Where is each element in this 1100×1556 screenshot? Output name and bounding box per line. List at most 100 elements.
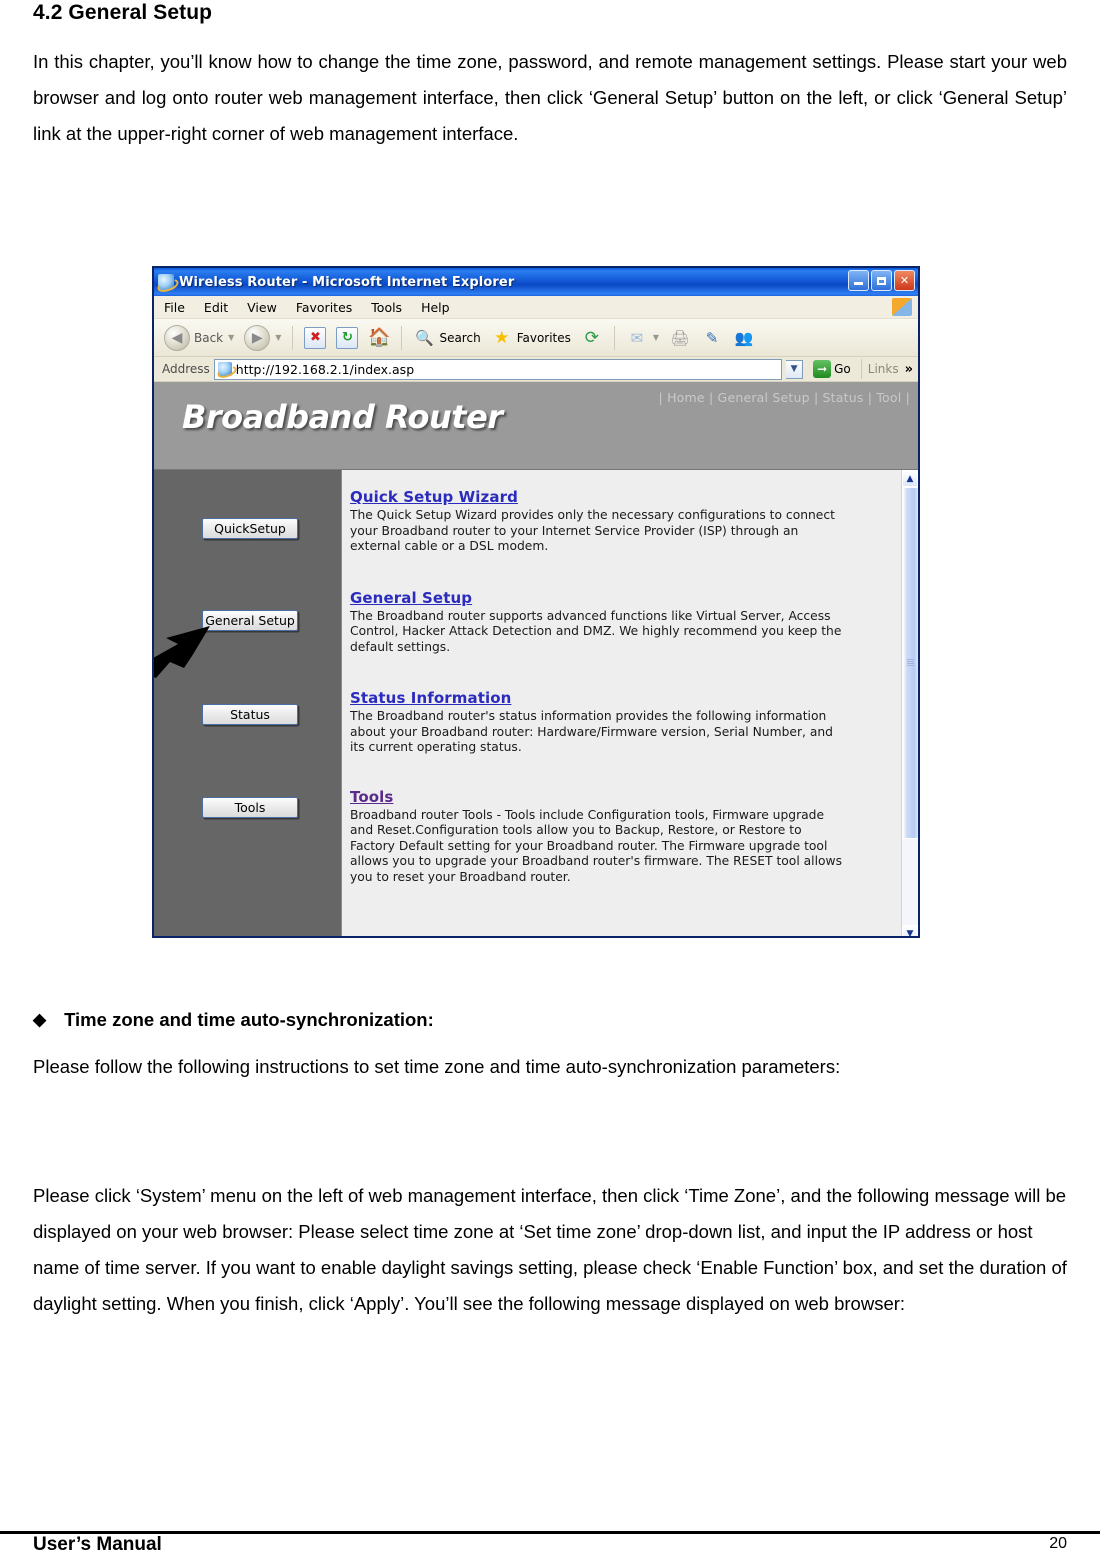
go-button[interactable]: ➞ Go [807,360,857,378]
router-brand-title: Broadband Router [182,398,503,436]
links-overflow-chevron-icon[interactable]: » [905,362,916,377]
browser-viewport: Broadband Router | Home | General Setup … [154,382,918,938]
links-label[interactable]: Links [866,362,901,376]
diamond-bullet-icon: ◆ [33,1010,47,1029]
menu-item-edit[interactable]: Edit [204,300,228,315]
messenger-people-icon: 👥 [734,328,754,347]
sidebar-button-status[interactable]: Status [202,704,298,725]
chevron-down-icon: ▼ [790,364,798,374]
mail-button[interactable]: ✉ ▼ [622,325,663,351]
scroll-down-button[interactable]: ▼ [902,925,918,938]
back-arrow-icon: ◀ [164,324,190,351]
paragraph-after-bullet: Please follow the following instructions… [33,1056,841,1077]
back-label: Back [194,330,224,345]
toolbar-divider [292,325,294,350]
internet-explorer-icon [158,274,174,290]
browser-menubar: File Edit View Favorites Tools Help [154,296,918,319]
instructions-section: Please click ‘System’ menu on the left o… [33,1178,1067,1322]
address-input[interactable]: http://192.168.2.1/index.asp [213,358,783,380]
browser-titlebar: Wireless Router - Microsoft Internet Exp… [154,268,918,296]
go-label: Go [834,362,851,376]
sidebar-button-quicksetup[interactable]: QuickSetup [202,518,298,539]
chevron-down-icon: ▼ [906,928,914,938]
router-content: Quick Setup Wizard The Quick Setup Wizar… [342,470,901,936]
toolbar-divider-2 [401,325,403,350]
page-title: 4.2 General Setup [33,1,213,24]
back-chevron-down-icon[interactable]: ▼ [228,333,234,342]
edit-button[interactable]: ✎ [697,325,727,351]
section-title-tools[interactable]: Tools [350,788,901,806]
favorites-label: Favorites [516,330,571,345]
router-top-nav[interactable]: | Home | General Setup | Status | Tool | [659,390,911,405]
sidebar-button-general-setup[interactable]: General Setup [202,610,298,631]
browser-window-screenshot: Wireless Router - Microsoft Internet Exp… [152,266,920,938]
forward-arrow-icon: ▶ [244,324,271,351]
minimize-icon [854,282,863,285]
viewport-vertical-scrollbar[interactable]: ▲ ▼ [901,470,918,938]
section-title-status-information[interactable]: Status Information [350,689,901,707]
window-title: Wireless Router - Microsoft Internet Exp… [179,274,515,290]
forward-chevron-down-icon[interactable]: ▼ [275,333,281,342]
router-banner: Broadband Router | Home | General Setup … [154,382,918,470]
router-body: QuickSetup General Setup Status Tools Qu… [154,470,918,938]
mail-chevron-down-icon[interactable]: ▼ [653,333,659,342]
browser-toolbar: ◀ Back ▼ ▶ ▼ ✖ ↻ 🏠 🔍 Search ★ Favorites … [154,319,918,357]
history-button[interactable]: ⟳ [577,325,607,351]
back-button[interactable]: ◀ Back ▼ [160,323,238,353]
section-desc-quick-setup-wizard: The Quick Setup Wizard provides only the… [350,508,835,553]
search-label: Search [439,330,481,345]
windows-flag-icon [892,298,912,316]
router-sidebar: QuickSetup General Setup Status Tools [154,470,342,936]
browser-address-bar: Address http://192.168.2.1/index.asp ▼ ➞… [154,357,918,382]
address-dropdown-button[interactable]: ▼ [786,359,804,379]
search-button[interactable]: 🔍 Search [409,325,484,351]
instructions-paragraph: Please click ‘System’ menu on the left o… [33,1185,1067,1314]
scroll-up-button[interactable]: ▲ [902,470,918,487]
bullet-heading-row: ◆ Time zone and time auto-synchronizatio… [33,1005,1067,1035]
footer-manual-label: User’s Manual [33,1534,162,1555]
edit-page-icon: ✎ [705,328,719,347]
section-desc-tools: Broadband router Tools - Tools include C… [350,807,842,884]
history-clock-icon: ⟳ [584,327,600,348]
favorites-button[interactable]: ★ Favorites [487,325,575,351]
intro-paragraph: In this chapter, you’ll know how to chan… [33,51,1067,144]
toolbar-divider-3 [613,325,615,350]
address-divider [860,359,862,379]
menu-item-view[interactable]: View [247,300,277,315]
footer-page-number: 20 [1049,1535,1067,1552]
scrollbar-track[interactable] [902,487,918,925]
page-footer: User’s Manual 20 [0,1534,1100,1556]
close-button[interactable]: ✕ [894,270,915,291]
menu-item-tools[interactable]: Tools [371,300,402,315]
home-button[interactable]: 🏠 [364,325,394,351]
scrollbar-grip-icon [907,659,914,667]
section-desc-status-information: The Broadband router's status informatio… [350,709,833,754]
refresh-button[interactable]: ↻ [332,325,362,351]
go-arrow-icon: ➞ [813,360,832,378]
maximize-button[interactable] [871,270,892,291]
menu-item-file[interactable]: File [164,300,185,315]
chevron-up-icon: ▲ [906,473,914,484]
printer-icon: 🖨 [670,328,690,347]
manual-page: 4.2 General Setup In this chapter, you’l… [0,0,1100,1556]
refresh-icon: ↻ [336,326,359,349]
print-button[interactable]: 🖨 [665,325,695,351]
scrollbar-thumb[interactable] [902,487,918,839]
mail-icon: ✉ [630,328,644,347]
section-desc-general-setup: The Broadband router supports advanced f… [350,608,842,654]
menu-item-help[interactable]: Help [421,300,450,315]
stop-button[interactable]: ✖ [300,325,330,351]
section-title-general-setup[interactable]: General Setup [350,589,901,607]
close-icon: ✕ [899,274,910,287]
forward-button[interactable]: ▶ ▼ [240,323,285,353]
document-body: 4.2 General Setup In this chapter, you’l… [33,0,1067,152]
section-general-setup: General Setup The Broadband router suppo… [350,589,901,656]
section-title-quick-setup-wizard[interactable]: Quick Setup Wizard [350,488,901,506]
address-label: Address [162,362,210,376]
messenger-button[interactable]: 👥 [729,325,759,351]
minimize-button[interactable] [848,270,869,291]
address-url-text: http://192.168.2.1/index.asp [235,361,415,377]
sidebar-button-tools[interactable]: Tools [202,797,298,818]
menu-item-favorites[interactable]: Favorites [296,300,352,315]
star-icon: ★ [494,327,510,348]
